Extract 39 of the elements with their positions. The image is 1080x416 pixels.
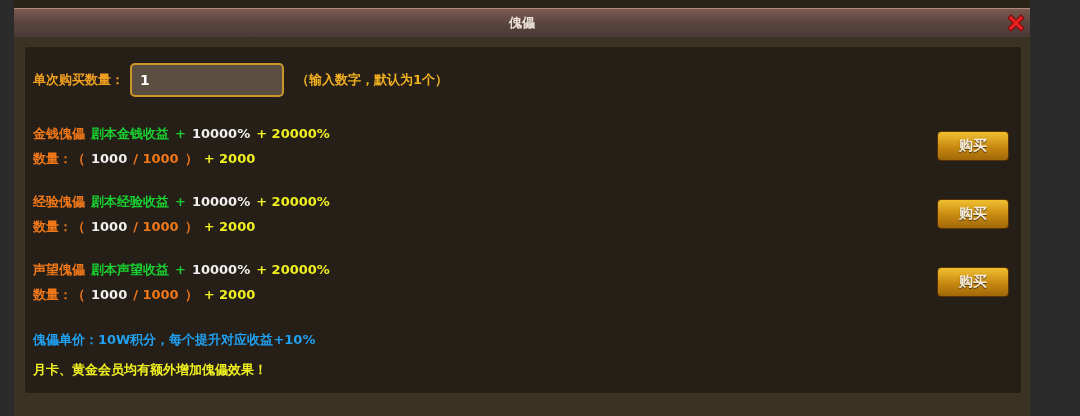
extra-bonus: + 20000% [256, 262, 330, 277]
count-extra: + 2000 [203, 219, 256, 234]
count-extra: + 2000 [203, 151, 256, 166]
count-value: 1000 [91, 219, 128, 234]
count-value: 1000 [91, 287, 128, 302]
count-bracket: ） [184, 285, 198, 304]
count-value: 1000 [91, 151, 128, 166]
count-label: 数量：（ [33, 217, 85, 236]
dialog-title: 傀儡 [509, 14, 535, 32]
count-label: 数量：（ [33, 149, 85, 168]
plus-sign: + [175, 262, 186, 277]
plus-sign: + [175, 194, 186, 209]
count-max: / 1000 [133, 219, 179, 234]
effect-label: 剧本经验收益 [91, 192, 169, 211]
base-bonus: 10000% [191, 194, 251, 209]
plus-sign: + [175, 126, 186, 141]
count-label: 数量：（ [33, 285, 85, 304]
item-name: 声望傀儡 [33, 260, 85, 279]
effect-label: 剧本金钱收益 [91, 124, 169, 143]
count-bracket: ） [184, 149, 198, 168]
member-note: 月卡、黄金会员均有额外增加傀儡效果！ [33, 361, 268, 379]
count-extra: + 2000 [203, 287, 256, 302]
item-name: 金钱傀儡 [33, 124, 85, 143]
count-max: / 1000 [133, 151, 179, 166]
price-note: 傀儡单价：10W积分，每个提升对应收益+10% [33, 331, 317, 349]
extra-bonus: + 20000% [256, 194, 330, 209]
item-name: 经验傀儡 [33, 192, 85, 211]
quantity-label: 单次购买数量： [33, 71, 124, 89]
count-bracket: ） [184, 217, 198, 236]
quantity-hint: （输入数字，默认为1个） [296, 71, 449, 89]
buy-button[interactable]: 购买 [937, 267, 1009, 297]
buy-button[interactable]: 购买 [937, 131, 1009, 161]
base-bonus: 10000% [191, 126, 251, 141]
buy-button[interactable]: 购买 [937, 199, 1009, 229]
count-max: / 1000 [133, 287, 179, 302]
extra-bonus: + 20000% [256, 126, 330, 141]
base-bonus: 10000% [191, 262, 251, 277]
quantity-field[interactable]: 1 [130, 63, 284, 97]
effect-label: 剧本声望收益 [91, 260, 169, 279]
